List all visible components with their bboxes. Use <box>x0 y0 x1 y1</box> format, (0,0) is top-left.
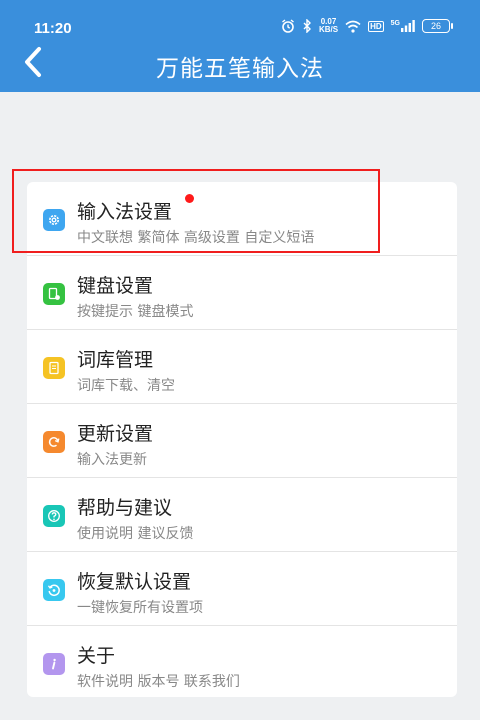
menu-item-label: 帮助与建议 <box>77 497 173 519</box>
menu-item-subtitle: 输入法更新 <box>77 452 147 468</box>
menu-item-subtitle: 按键提示 键盘模式 <box>77 304 194 320</box>
info-icon <box>43 653 65 675</box>
menu-item-keyboard-settings[interactable]: 键盘设置 按键提示 键盘模式 <box>27 256 457 330</box>
bluetooth-icon <box>303 19 311 33</box>
refresh-icon <box>43 431 65 453</box>
hd-badge: HD <box>368 20 384 32</box>
menu-item-about[interactable]: 关于 软件说明 版本号 联系我们 <box>27 626 457 700</box>
menu-item-label: 词库管理 <box>77 349 154 371</box>
signal-bars-icon <box>401 20 415 32</box>
menu-item-dictionary[interactable]: 词库管理 词库下载、清空 <box>27 330 457 404</box>
menu-item-label: 恢复默认设置 <box>77 571 192 593</box>
network-speed: 0.07 KB/S <box>319 18 338 34</box>
app-header: 11:20 0.07 KB/S HD 5G 26 万能五笔输入法 <box>0 0 480 92</box>
menu-item-label: 更新设置 <box>77 423 154 445</box>
status-time: 11:20 <box>34 20 72 37</box>
restore-icon <box>43 579 65 601</box>
menu-item-label: 键盘设置 <box>77 275 154 297</box>
menu-item-subtitle: 软件说明 版本号 联系我们 <box>77 674 240 690</box>
wifi-icon <box>345 20 361 33</box>
alarm-icon <box>282 19 294 33</box>
book-icon <box>43 357 65 379</box>
keyboard-icon <box>43 283 65 305</box>
menu-item-label: 关于 <box>77 645 116 667</box>
status-bar: 11:20 0.07 KB/S HD 5G 26 <box>0 0 480 40</box>
status-icons: 0.07 KB/S HD 5G 26 <box>281 18 453 34</box>
menu-item-subtitle: 词库下载、清空 <box>77 378 175 394</box>
speed-unit: KB/S <box>318 25 339 34</box>
menu-item-restore-defaults[interactable]: 恢复默认设置 一键恢复所有设置项 <box>27 552 457 626</box>
menu-item-update[interactable]: 更新设置 输入法更新 <box>27 404 457 478</box>
signal-label: 5G <box>390 20 400 27</box>
menu-item-help[interactable]: 帮助与建议 使用说明 建议反馈 <box>27 478 457 552</box>
page-title: 万能五笔输入法 <box>156 56 324 82</box>
menu-item-subtitle: 一键恢复所有设置项 <box>77 600 203 616</box>
help-icon <box>43 505 65 527</box>
signal-indicator: 5G <box>391 20 415 32</box>
battery-indicator: 26 <box>422 19 453 33</box>
menu-item-subtitle: 使用说明 建议反馈 <box>77 526 194 542</box>
settings-menu: 输入法设置 中文联想 繁简体 高级设置 自定义短语 键盘设置 按键提示 键盘模式… <box>27 182 457 697</box>
highlight-box <box>12 169 380 253</box>
